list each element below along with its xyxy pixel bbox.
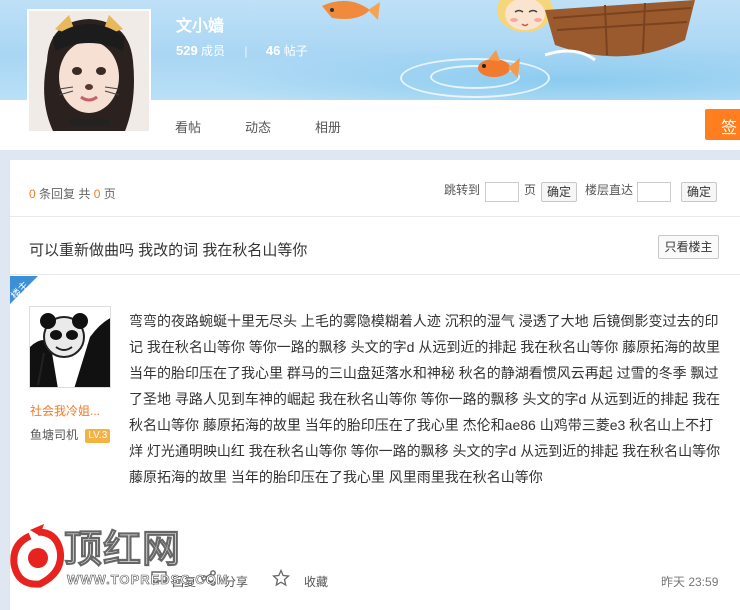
page-label: 页 — [103, 187, 116, 201]
jump-confirm-button[interactable]: 确定 — [541, 182, 578, 202]
floor-label: 楼层直达 — [585, 183, 634, 197]
tab-album[interactable]: 相册 — [315, 117, 341, 136]
floor-input[interactable] — [637, 182, 671, 202]
members-count: 529 — [176, 43, 198, 58]
thread-title: 可以重新做曲吗 我改的词 我在秋名山等你 — [29, 242, 308, 259]
only-host-button[interactable]: 只看楼主 — [658, 235, 719, 259]
forum-name[interactable]: 文小嫱 — [176, 12, 224, 36]
user-name-link[interactable]: 社会我冷姐... — [30, 402, 100, 419]
page-count: 0 — [93, 187, 101, 201]
posts-count: 46 — [265, 43, 281, 58]
tab-activity[interactable]: 动态 — [245, 117, 271, 136]
pager-bar: 0 条回复 共 0 页 跳转到 页 确定 楼层直达 确定 — [10, 160, 740, 217]
post-time: 昨天 23:59 — [661, 575, 719, 589]
forum-avatar[interactable] — [27, 9, 151, 133]
stats-divider: | — [244, 44, 248, 58]
tab-threads[interactable]: 看帖 — [175, 117, 201, 136]
jump-label: 跳转到 — [444, 183, 481, 197]
user-title: 鱼塘司机 — [30, 428, 79, 442]
post-content: 弯弯的夜路蜿蜒十里无尽头 上毛的雾隐模糊着人迹 沉积的湿气 浸透了大地 后镜倒影… — [129, 313, 721, 485]
site-watermark: 顶红网 WWW.TOPREDSC.COM — [10, 524, 228, 599]
watermark-logo-icon — [10, 524, 65, 588]
reply-summary: 0 条回复 共 0 页 — [29, 185, 116, 202]
user-level: 鱼塘司机 LV.3 — [30, 426, 111, 443]
level-badge: LV.3 — [85, 429, 111, 443]
host-badge: 楼主 — [10, 276, 38, 304]
members-label: 成员 — [201, 44, 226, 58]
collect-action[interactable]: 收藏 — [304, 573, 328, 590]
star-icon[interactable] — [272, 569, 290, 587]
sign-in-button[interactable]: 签 — [705, 109, 740, 140]
jump-page-input[interactable] — [485, 182, 519, 202]
watermark-url: WWW.TOPREDSC.COM — [67, 572, 229, 588]
user-avatar[interactable] — [29, 306, 111, 388]
watermark-text: 顶红网 — [63, 527, 182, 572]
forum-stats: 529 成员 | 46 帖子 — [176, 42, 308, 59]
reply-label: 条回复 共 — [39, 187, 91, 201]
thread-title-bar: 可以重新做曲吗 我改的词 我在秋名山等你 只看楼主 — [10, 218, 740, 275]
floor-confirm-button[interactable]: 确定 — [681, 182, 718, 202]
posts-label: 帖子 — [283, 44, 308, 58]
boat-illustration — [545, 0, 695, 62]
reply-count: 0 — [29, 187, 36, 201]
small-fish-illustration — [478, 50, 520, 78]
fish-illustration — [322, 0, 380, 20]
page-unit: 页 — [524, 183, 537, 197]
